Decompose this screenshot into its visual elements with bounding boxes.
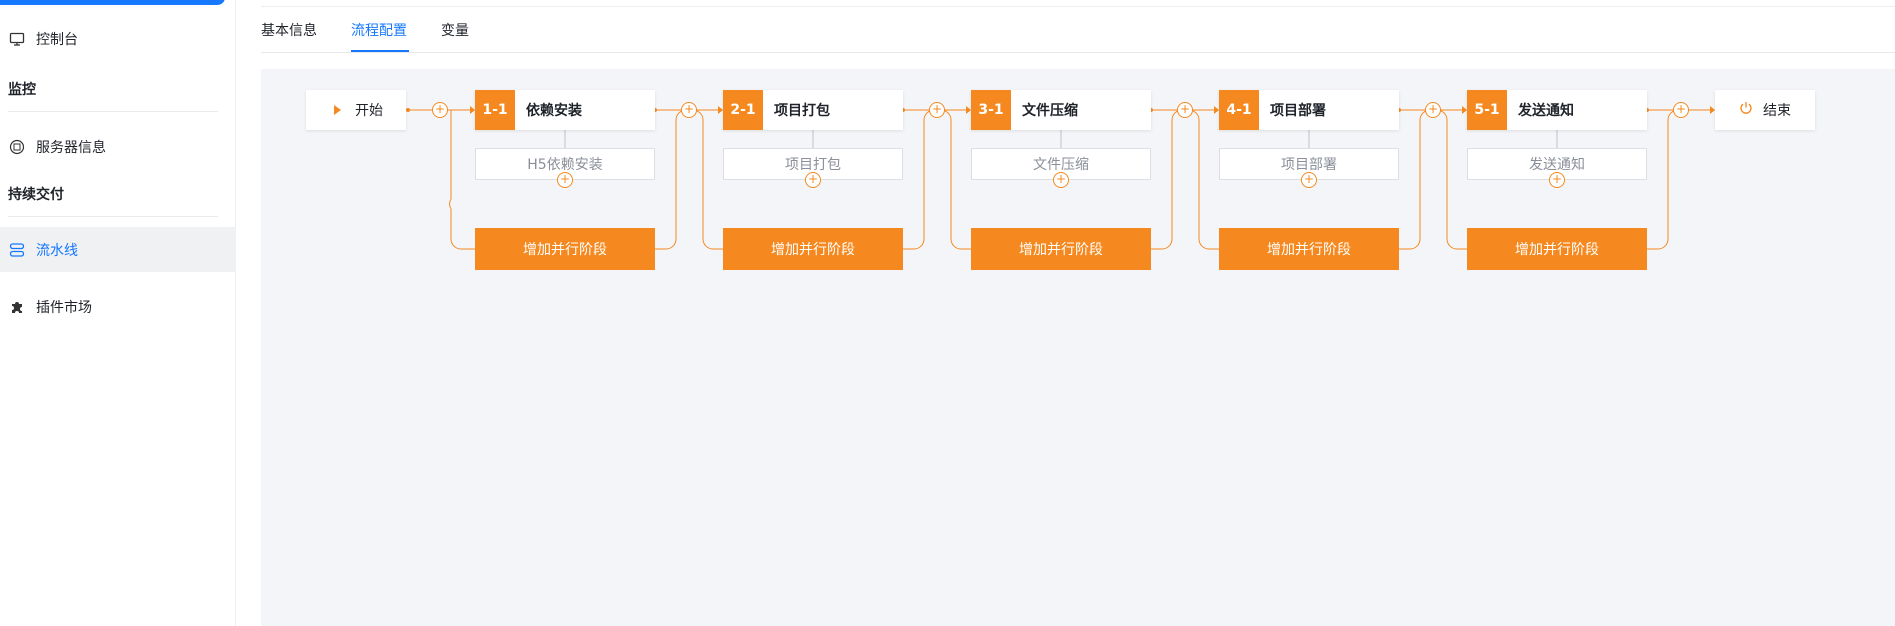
puzzle-icon — [8, 298, 26, 316]
stage-number: 2-1 — [723, 90, 763, 130]
stage-card-4[interactable]: 4-1 项目部署 — [1219, 90, 1399, 130]
stage-number: 1-1 — [475, 90, 515, 130]
nav-group-monitor: 监控 — [8, 82, 36, 98]
add-task-plus-button[interactable]: + — [1053, 172, 1069, 188]
stage-number: 3-1 — [971, 90, 1011, 130]
stage-card-5[interactable]: 5-1 发送通知 — [1467, 90, 1647, 130]
pipeline-icon — [8, 241, 26, 259]
sidebar-item-plugin-market[interactable]: 插件市场 — [0, 284, 236, 329]
tab-variables[interactable]: 变量 — [441, 20, 469, 40]
stage-card-2[interactable]: 2-1 项目打包 — [723, 90, 903, 130]
add-stage-plus-button[interactable]: + — [432, 102, 448, 118]
nav-group-cd: 持续交付 — [8, 187, 64, 203]
add-parallel-stage-button-4[interactable]: 增加并行阶段 — [1219, 228, 1399, 270]
sidebar-item-label: 插件市场 — [36, 299, 92, 316]
server-icon — [8, 138, 26, 156]
tab-active-indicator — [351, 50, 409, 52]
flow-canvas: 开始 + + + + + + 1-1 依赖安装 H5依赖安装 + 增加并行阶段 … — [261, 69, 1895, 626]
stage-number: 5-1 — [1467, 90, 1507, 130]
add-task-plus-button[interactable]: + — [557, 172, 573, 188]
add-stage-plus-button[interactable]: + — [681, 102, 697, 118]
sidebar-item-pipeline[interactable]: 流水线 — [0, 227, 236, 272]
stage-title: 项目打包 — [774, 103, 830, 119]
stage-title: 项目部署 — [1270, 103, 1326, 119]
stage-title: 依赖安装 — [526, 103, 582, 119]
start-label: 开始 — [355, 103, 383, 119]
stage-title: 发送通知 — [1518, 103, 1574, 119]
add-parallel-stage-button-1[interactable]: 增加并行阶段 — [475, 228, 655, 270]
stage-card-1[interactable]: 1-1 依赖安装 — [475, 90, 655, 130]
add-stage-plus-button[interactable]: + — [1673, 102, 1689, 118]
start-node[interactable]: 开始 — [306, 90, 406, 130]
add-stage-plus-button[interactable]: + — [1425, 102, 1441, 118]
stage-title: 文件压缩 — [1022, 103, 1078, 119]
sidebar-item-server-info[interactable]: 服务器信息 — [0, 124, 236, 169]
add-stage-plus-button[interactable]: + — [1177, 102, 1193, 118]
tab-basic-info[interactable]: 基本信息 — [261, 20, 317, 40]
monitor-icon — [8, 30, 26, 48]
play-icon — [334, 105, 341, 115]
end-node[interactable]: 结束 — [1715, 90, 1815, 130]
add-parallel-stage-button-5[interactable]: 增加并行阶段 — [1467, 228, 1647, 270]
add-parallel-stage-button-2[interactable]: 增加并行阶段 — [723, 228, 903, 270]
tab-bar: 基本信息 流程配置 变量 — [261, 0, 1895, 53]
sidebar-active-pill[interactable] — [0, 0, 225, 5]
power-icon — [1739, 101, 1753, 119]
add-task-plus-button[interactable]: + — [1549, 172, 1565, 188]
add-parallel-stage-button-3[interactable]: 增加并行阶段 — [971, 228, 1151, 270]
nav-divider — [8, 111, 218, 112]
stage-number: 4-1 — [1219, 90, 1259, 130]
sidebar: 控制台 监控 服务器信息 持续交付 流水线 插件市场 — [0, 0, 236, 626]
nav-divider — [8, 216, 218, 217]
add-task-plus-button[interactable]: + — [805, 172, 821, 188]
add-task-plus-button[interactable]: + — [1301, 172, 1317, 188]
tab-flow-config[interactable]: 流程配置 — [351, 20, 407, 40]
end-label: 结束 — [1763, 103, 1791, 119]
sidebar-item-console[interactable]: 控制台 — [0, 16, 236, 61]
sidebar-item-label: 控制台 — [36, 31, 78, 48]
sidebar-item-label: 服务器信息 — [36, 139, 106, 156]
sidebar-item-label: 流水线 — [36, 242, 78, 259]
stage-card-3[interactable]: 3-1 文件压缩 — [971, 90, 1151, 130]
add-stage-plus-button[interactable]: + — [929, 102, 945, 118]
